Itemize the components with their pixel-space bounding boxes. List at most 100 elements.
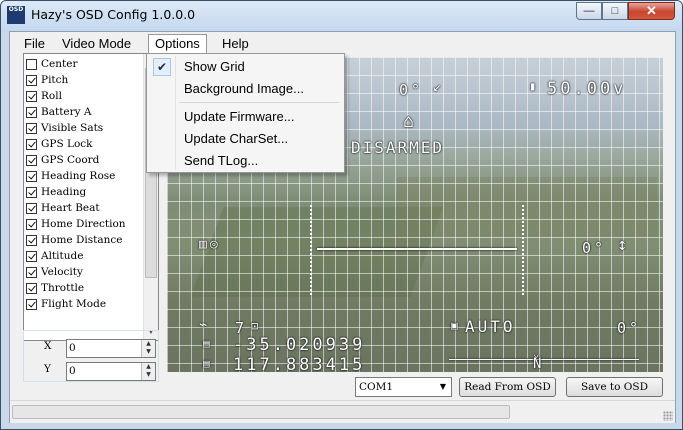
- checkbox[interactable]: [26, 186, 37, 198]
- osd-pitch: 0°: [399, 81, 424, 99]
- home-icon: ⌂: [403, 111, 417, 132]
- horizon-line: [317, 248, 517, 250]
- osd-latitude: -35.020939: [233, 335, 366, 355]
- checklist-item-label: Altitude: [41, 250, 84, 262]
- title-bar[interactable]: OSD Hazy's OSD Config 1.0.0.0 — □ ✕: [1, 1, 682, 31]
- menu-video-mode[interactable]: Video Mode: [56, 34, 137, 53]
- checklist-item-label: Visible Sats: [41, 122, 104, 134]
- checklist-item-label: Roll: [41, 90, 62, 102]
- checkbox[interactable]: [26, 202, 37, 214]
- checkbox[interactable]: [26, 282, 37, 294]
- com-port-value: COM1: [359, 381, 394, 393]
- altitude-arrow-icon: ↕: [617, 235, 631, 255]
- menu-help[interactable]: Help: [216, 34, 255, 53]
- panel-checklist[interactable]: ▲ ▼ CenterPitchRollBattery AVisible Sats…: [23, 53, 159, 341]
- menu-item-label: Show Grid: [184, 59, 245, 74]
- pitch-arrow-icon: ↙: [433, 79, 445, 95]
- satellite-icon: ⌁: [199, 317, 211, 333]
- horizon-left-ladder: [310, 205, 314, 295]
- checklist-item-label: Throttle: [41, 282, 85, 294]
- lon-icon: ▤: [203, 357, 213, 370]
- checklist-item[interactable]: Roll: [26, 88, 62, 104]
- checklist-item[interactable]: Heart Beat: [26, 200, 100, 216]
- checkbox[interactable]: [26, 122, 37, 134]
- checklist-item-label: Home Direction: [41, 218, 126, 230]
- x-label: X: [44, 340, 52, 352]
- checkbox[interactable]: [26, 106, 37, 118]
- close-button[interactable]: ✕: [628, 2, 675, 20]
- save-to-osd-button[interactable]: Save to OSD: [566, 377, 663, 397]
- menu-item-update-charset[interactable]: Update CharSet...: [149, 129, 342, 149]
- checklist-item-label: Center: [41, 58, 78, 70]
- chevron-down-icon: ▼: [439, 382, 447, 391]
- checklist-item[interactable]: Altitude: [26, 248, 83, 264]
- y-value: 0: [69, 365, 76, 377]
- menu-separator: [179, 102, 339, 103]
- window-title: Hazy's OSD Config 1.0.0.0: [31, 7, 196, 22]
- menu-bar: File Video Mode Options Help: [10, 32, 675, 53]
- check-icon: ✔: [153, 58, 171, 76]
- maximize-button[interactable]: □: [602, 2, 628, 20]
- checklist-item-label: Flight Mode: [41, 298, 107, 310]
- checklist-item-label: Velocity: [41, 266, 83, 278]
- position-group: X 0 ▲ ▼ Y 0 ▲ ▼: [23, 330, 159, 382]
- checkbox[interactable]: [26, 138, 37, 150]
- gps-lock-icon: ⊡: [251, 319, 262, 333]
- checklist-item[interactable]: Heading: [26, 184, 86, 200]
- checklist-item[interactable]: Home Distance: [26, 232, 123, 248]
- x-stepper[interactable]: ▲ ▼: [141, 340, 155, 357]
- checklist-item[interactable]: Heading Rose: [26, 168, 115, 184]
- checkbox[interactable]: [26, 74, 37, 86]
- y-label: Y: [44, 363, 51, 375]
- y-stepper[interactable]: ▲ ▼: [141, 363, 155, 380]
- app-window: OSD Hazy's OSD Config 1.0.0.0 — □ ✕ File…: [0, 0, 683, 430]
- checkbox[interactable]: [26, 266, 37, 278]
- checkbox[interactable]: [26, 170, 37, 182]
- y-input[interactable]: 0 ▲ ▼: [66, 362, 156, 381]
- checklist-item[interactable]: Throttle: [26, 280, 84, 296]
- checklist-item-label: Battery A: [41, 106, 92, 118]
- progress-bar: [12, 405, 510, 419]
- menu-item-background-image[interactable]: Background Image...: [149, 79, 342, 99]
- checkbox[interactable]: [26, 234, 37, 246]
- resize-grip-icon[interactable]: [663, 411, 673, 421]
- checklist-item[interactable]: Center: [26, 56, 77, 72]
- velocity-icon: ▥◎: [199, 237, 221, 252]
- com-port-select[interactable]: COM1 ▼: [355, 377, 452, 397]
- options-dropdown: ✔ Show Grid Background Image... Update F…: [146, 53, 345, 173]
- minimize-button[interactable]: —: [576, 2, 602, 20]
- osd-status: DISARMED: [351, 138, 445, 157]
- osd-longitude: 117.883415: [233, 355, 366, 372]
- menu-item-show-grid[interactable]: ✔ Show Grid: [149, 57, 342, 77]
- lat-icon: ▤: [203, 337, 213, 350]
- checklist-item-label: Pitch: [41, 74, 69, 86]
- checklist-item-label: Heading Rose: [41, 170, 116, 182]
- osd-roll: 0°: [582, 239, 607, 257]
- checklist-item[interactable]: Flight Mode: [26, 296, 106, 312]
- read-from-osd-button[interactable]: Read From OSD: [459, 377, 556, 397]
- checklist-item[interactable]: Pitch: [26, 72, 68, 88]
- checklist-item[interactable]: GPS Coord: [26, 152, 99, 168]
- osd-rose-letter: N: [533, 356, 545, 372]
- x-value: 0: [69, 342, 76, 354]
- checklist-item[interactable]: Battery A: [26, 104, 92, 120]
- menu-item-update-firmware[interactable]: Update Firmware...: [149, 107, 342, 127]
- checkbox[interactable]: [26, 298, 37, 310]
- checklist-item[interactable]: Visible Sats: [26, 120, 103, 136]
- checkbox[interactable]: [26, 250, 37, 262]
- menu-options[interactable]: Options: [148, 34, 207, 53]
- status-bar: [10, 400, 675, 423]
- checklist-item-label: Heading: [41, 186, 87, 198]
- checkbox[interactable]: [26, 218, 37, 230]
- checklist-item[interactable]: GPS Lock: [26, 136, 93, 152]
- horizon-right-ladder: [522, 205, 526, 295]
- checkbox[interactable]: [26, 90, 37, 102]
- checkbox[interactable]: [26, 58, 37, 70]
- menu-file[interactable]: File: [18, 34, 51, 53]
- menu-item-label: Background Image...: [184, 81, 304, 96]
- checkbox[interactable]: [26, 154, 37, 166]
- checklist-item[interactable]: Home Direction: [26, 216, 126, 232]
- x-input[interactable]: 0 ▲ ▼: [66, 339, 156, 358]
- checklist-item[interactable]: Velocity: [26, 264, 83, 280]
- menu-item-send-tlog[interactable]: Send TLog...: [149, 151, 342, 171]
